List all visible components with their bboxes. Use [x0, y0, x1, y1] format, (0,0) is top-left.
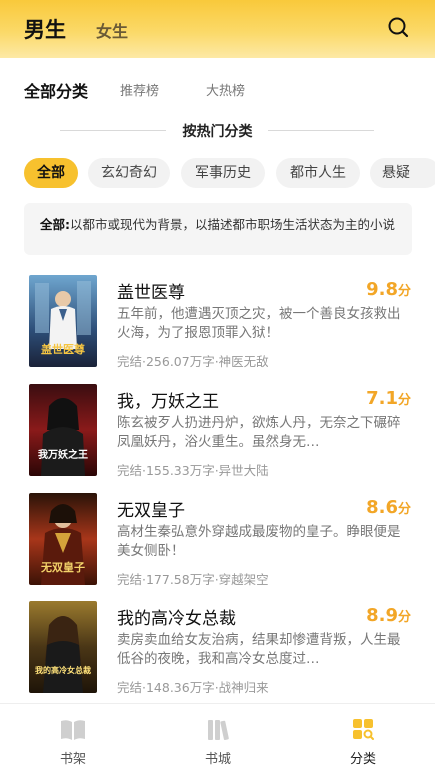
divider-right [268, 130, 374, 131]
tab-hot-list[interactable]: 大热榜 [206, 80, 245, 99]
chip-suspense[interactable]: 悬疑 [370, 158, 435, 188]
cover-title: 我的高冷女总裁 [35, 665, 91, 675]
book-item[interactable]: 盖世医尊 盖世医尊 9.8分 五年前，他遭遇灭顶之灾，被一个善良女孩救出火海，为… [0, 275, 435, 381]
nav-category[interactable]: 分类 [323, 718, 403, 767]
chip-fantasy[interactable]: 玄幻奇幻 [88, 158, 170, 188]
nav-bookshelf-label: 书架 [59, 752, 86, 767]
category-grid-icon [353, 719, 374, 740]
nav-category-label: 分类 [349, 752, 376, 767]
book-title[interactable]: 无双皇子 [117, 496, 185, 521]
book-open-icon [61, 720, 85, 740]
category-description: 全部:以都市或现代为背景，以描述都市职场生活状态为主的小说 [24, 203, 412, 255]
book-intro: 五年前，他遭遇灭顶之灾，被一个善良女孩救出火海，为了报恩顶罪入狱！ [117, 306, 401, 341]
book-title[interactable]: 我，万妖之王 [117, 387, 219, 412]
book-score: 7.1分 [366, 388, 411, 409]
genre-chips: 全部 玄幻奇幻 军事历史 都市人生 悬疑 [0, 158, 435, 190]
description-text: 以都市或现代为背景，以描述都市职场生活状态为主的小说 [70, 217, 396, 232]
books-icon [208, 720, 229, 741]
top-header: 男生 女生 [0, 0, 435, 58]
section-title: 按热门分类 [0, 116, 435, 146]
book-item[interactable]: 我万妖之王 我，万妖之王 7.1分 陈玄被歹人扔进丹炉，欲炼人丹，无奈之下碾碎凤… [0, 384, 435, 490]
book-intro: 高材生秦弘意外穿越成最废物的皇子。睁眼便是美女侧卧！ [117, 524, 401, 559]
book-cover[interactable]: 我万妖之王 [29, 384, 97, 476]
cover-title: 我万妖之王 [38, 448, 88, 461]
book-intro: 陈玄被歹人扔进丹炉，欲炼人丹，无奈之下碾碎凤凰妖丹，浴火重生。虽然身无… [117, 415, 401, 450]
search-icon[interactable] [387, 16, 409, 38]
cover-title: 无双皇子 [40, 560, 85, 574]
book-cover[interactable]: 无双皇子 [29, 493, 97, 585]
chip-military-history[interactable]: 军事历史 [181, 158, 265, 188]
book-item[interactable]: 我的高冷女总裁 我的高冷女总裁 8.9分 卖房卖血给女友治病，结果却惨遭背叛，人… [0, 601, 435, 707]
book-intro: 卖房卖血给女友治病，结果却惨遭背叛，人生最低谷的夜晚，我和高冷女总度过… [117, 632, 401, 667]
tab-female[interactable]: 女生 [96, 18, 128, 42]
bottom-nav: 书架 书城 分类 [0, 703, 435, 775]
tab-recommend-list[interactable]: 推荐榜 [120, 80, 159, 99]
book-meta: 完结·256.07万字·神医无敌 [117, 354, 269, 369]
tab-all-categories[interactable]: 全部分类 [24, 78, 88, 102]
book-title[interactable]: 我的高冷女总裁 [117, 604, 236, 629]
cover-title: 盖世医尊 [41, 342, 85, 356]
book-meta: 完结·155.33万字·异世大陆 [117, 463, 269, 478]
chip-urban-life[interactable]: 都市人生 [276, 158, 360, 188]
section-title-text: 按热门分类 [182, 124, 253, 140]
description-label: 全部: [40, 217, 70, 232]
tab-male[interactable]: 男生 [24, 14, 66, 44]
book-score: 8.9分 [366, 605, 411, 626]
category-tabs: 全部分类 推荐榜 大热榜 [0, 58, 435, 116]
book-meta: 完结·148.36万字·战神归来 [117, 680, 269, 695]
book-score: 8.6分 [366, 497, 411, 518]
book-meta: 完结·177.58万字·穿越架空 [117, 572, 269, 587]
nav-bookstore-label: 书城 [204, 752, 231, 767]
chip-all[interactable]: 全部 [24, 158, 78, 188]
book-cover[interactable]: 我的高冷女总裁 [29, 601, 97, 693]
nav-bookstore[interactable]: 书城 [178, 718, 258, 767]
book-score: 9.8分 [366, 279, 411, 300]
book-cover[interactable]: 盖世医尊 [29, 275, 97, 367]
book-title[interactable]: 盖世医尊 [117, 278, 185, 303]
nav-bookshelf[interactable]: 书架 [33, 718, 113, 767]
book-item[interactable]: 无双皇子 无双皇子 8.6分 高材生秦弘意外穿越成最废物的皇子。睁眼便是美女侧卧… [0, 493, 435, 599]
